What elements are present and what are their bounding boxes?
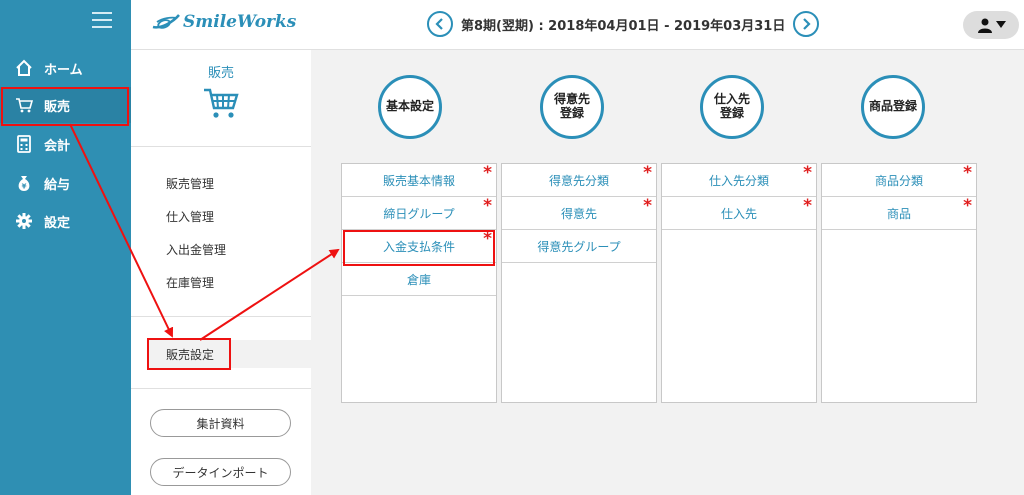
money-bag-icon: ¥	[14, 173, 34, 193]
nav-item-label: 会計	[44, 138, 71, 154]
top-header: SmileWorks 第8期(翌期) : 2018年04月01日 - 2019年…	[131, 0, 1024, 50]
prev-period-button[interactable]	[427, 11, 453, 37]
category-basic-settings: 基本設定	[378, 75, 442, 139]
user-menu-button[interactable]	[963, 11, 1019, 39]
left-nav: ホーム 販売 会計 ¥ 給与 設定	[0, 0, 131, 495]
hamburger-menu-icon[interactable]	[92, 12, 112, 28]
link-purchase-management[interactable]: 仕入管理	[166, 208, 214, 225]
row-label: 仕入先分類	[708, 173, 769, 188]
home-icon	[14, 58, 34, 78]
logo-text: SmileWorks	[183, 12, 297, 32]
divider	[131, 316, 311, 317]
row-product-category[interactable]: 商品分類 *	[822, 164, 976, 197]
row-label: 得意先分類	[548, 173, 609, 188]
svg-text:¥: ¥	[22, 183, 27, 191]
summary-report-button[interactable]: 集計資料	[150, 409, 291, 437]
required-icon: *	[483, 163, 492, 183]
required-icon: *	[483, 229, 492, 249]
calculator-icon	[14, 134, 34, 154]
divider	[131, 388, 311, 389]
nav-item-home[interactable]: ホーム	[0, 50, 131, 86]
row-closing-group[interactable]: 締日グループ *	[342, 197, 496, 230]
row-label: 得意先	[560, 206, 597, 221]
required-icon: *	[643, 196, 652, 216]
category-customer-registration: 得意先 登録	[540, 75, 604, 139]
subpanel-title: 販売	[207, 66, 234, 81]
row-label: 得意先グループ	[537, 239, 621, 254]
row-label: 商品分類	[874, 173, 923, 188]
link-sales-management[interactable]: 販売管理	[166, 175, 214, 192]
chevron-left-icon	[435, 18, 443, 30]
nav-item-settings[interactable]: 設定	[0, 203, 131, 239]
tab-sales-settings[interactable]: 販売設定	[148, 340, 312, 368]
category-product-registration: 商品登録	[861, 75, 925, 139]
gear-icon	[14, 211, 34, 231]
row-customer-group[interactable]: 得意先グループ	[502, 230, 656, 263]
row-supplier[interactable]: 仕入先 *	[662, 197, 816, 230]
data-import-button[interactable]: データインポート	[150, 458, 291, 486]
nav-item-accounting[interactable]: 会計	[0, 126, 131, 162]
category-supplier-registration: 仕入先 登録	[700, 75, 764, 139]
nav-item-payroll[interactable]: ¥ 給与	[0, 165, 131, 201]
link-cash-management[interactable]: 入出金管理	[166, 241, 226, 258]
large-cart-icon	[203, 88, 239, 124]
cart-icon	[14, 95, 34, 115]
row-label: 仕入先	[720, 206, 757, 221]
link-inventory-management[interactable]: 在庫管理	[166, 274, 214, 291]
required-icon: *	[643, 163, 652, 183]
row-warehouse[interactable]: 倉庫	[342, 263, 496, 296]
row-supplier-category[interactable]: 仕入先分類 *	[662, 164, 816, 197]
required-icon: *	[803, 163, 812, 183]
row-label: 商品	[886, 206, 911, 221]
caret-down-icon	[995, 21, 1006, 28]
user-icon	[977, 18, 992, 33]
product-card: 商品分類 * 商品 *	[821, 163, 977, 403]
required-icon: *	[483, 196, 492, 216]
required-icon: *	[803, 196, 812, 216]
row-label: 倉庫	[406, 272, 431, 287]
chevron-right-icon	[803, 18, 811, 30]
fiscal-period-text: 第8期(翌期) : 2018年04月01日 - 2019年03月31日	[461, 18, 786, 34]
row-label: 締日グループ	[383, 206, 455, 221]
fiscal-period-selector: 第8期(翌期) : 2018年04月01日 - 2019年03月31日	[427, 11, 820, 37]
required-icon: *	[963, 196, 972, 216]
smileworks-logo[interactable]: SmileWorks	[151, 12, 296, 32]
required-icon: *	[963, 163, 972, 183]
nav-item-sales[interactable]: 販売	[0, 87, 131, 123]
logo-swoosh-icon	[152, 14, 180, 29]
nav-item-label: ホーム	[44, 62, 83, 78]
nav-item-label: 設定	[44, 215, 71, 231]
row-label: 入金支払条件	[382, 239, 455, 254]
row-label: 販売基本情報	[382, 173, 455, 188]
nav-item-label: 販売	[44, 99, 71, 115]
row-payment-terms[interactable]: 入金支払条件 *	[342, 230, 496, 263]
row-product[interactable]: 商品 *	[822, 197, 976, 230]
supplier-card: 仕入先分類 * 仕入先 *	[661, 163, 817, 403]
row-customer-category[interactable]: 得意先分類 *	[502, 164, 656, 197]
next-period-button[interactable]	[793, 11, 820, 37]
row-sales-basic-info[interactable]: 販売基本情報 *	[342, 164, 496, 197]
divider	[131, 146, 311, 147]
customer-card: 得意先分類 * 得意先 * 得意先グループ	[501, 163, 657, 403]
row-customer[interactable]: 得意先 *	[502, 197, 656, 230]
nav-item-label: 給与	[44, 177, 71, 193]
basic-settings-card: 販売基本情報 * 締日グループ * 入金支払条件 * 倉庫	[341, 163, 497, 403]
